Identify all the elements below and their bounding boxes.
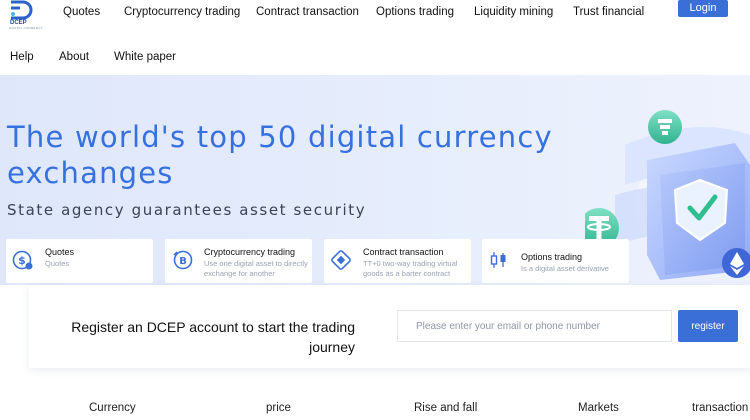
dcep-logo-icon bbox=[11, 0, 33, 20]
dcep-logo[interactable]: DCEP DIGITAL CURRENCY bbox=[6, 0, 48, 34]
nav-link-cryptocurrency-trading[interactable]: Cryptocurrency trading bbox=[124, 5, 240, 19]
hero-title: The world's top 50 digital currency exch… bbox=[7, 120, 553, 190]
feature-title: Contract transaction bbox=[363, 247, 444, 257]
nav-link-contract-transaction[interactable]: Contract transaction bbox=[256, 5, 359, 19]
feature-desc: Is a digital asset derivative bbox=[521, 264, 609, 273]
register-prompt-text: Register an DCEP account to start the tr… bbox=[71, 319, 355, 355]
column-header-rise-and-fall: Rise and fall bbox=[414, 402, 478, 414]
feature-card-contract-transaction[interactable]: Contract transaction TT+0 two-way tradin… bbox=[324, 239, 471, 283]
register-panel: Register an DCEP account to start the tr… bbox=[29, 285, 750, 368]
feature-card-options-trading[interactable]: Options trading Is a digital asset deriv… bbox=[482, 239, 629, 283]
hero-subtitle: State agency guarantees asset security bbox=[7, 201, 367, 219]
svg-text:B: B bbox=[179, 256, 187, 267]
column-header-transaction: transaction bbox=[692, 402, 749, 414]
feature-desc: TT+0 two-way trading virtual goods as a … bbox=[363, 259, 458, 278]
column-header-currency: Currency bbox=[89, 402, 136, 414]
login-button[interactable]: Login bbox=[678, 0, 728, 17]
dollar-coin-icon: $ bbox=[12, 250, 33, 270]
feature-title: Quotes bbox=[45, 247, 75, 257]
market-table-header: Currency price Rise and fall Markets tra… bbox=[0, 402, 750, 420]
feature-title: Options trading bbox=[521, 252, 583, 262]
feature-desc: Quotes bbox=[45, 259, 70, 268]
hero-banner: The world's top 50 digital currency exch… bbox=[0, 75, 750, 285]
nav-link-help[interactable]: Help bbox=[10, 50, 34, 64]
nav-link-trust-financial[interactable]: Trust financial bbox=[573, 5, 644, 19]
svg-text:$: $ bbox=[18, 254, 26, 267]
feature-title: Cryptocurrency trading bbox=[204, 247, 296, 257]
column-header-price: price bbox=[266, 402, 291, 414]
register-button[interactable]: register bbox=[678, 310, 738, 342]
diamond-contract-icon bbox=[331, 250, 351, 270]
feature-desc: Use one digital asset to directly exchan… bbox=[204, 259, 308, 278]
stack-coin-icon bbox=[648, 110, 682, 144]
email-phone-input[interactable] bbox=[397, 310, 672, 342]
top-navigation: DCEP DIGITAL CURRENCY Quotes Cryptocurre… bbox=[0, 0, 750, 75]
column-header-markets: Markets bbox=[578, 402, 619, 414]
bitcoin-icon: B bbox=[173, 250, 193, 270]
logo-tagline-text: DIGITAL CURRENCY bbox=[9, 26, 43, 30]
nav-link-quotes[interactable]: Quotes bbox=[63, 5, 100, 19]
nav-link-options-trading[interactable]: Options trading bbox=[376, 5, 454, 19]
nav-link-liquidity-mining[interactable]: Liquidity mining bbox=[474, 5, 553, 19]
nav-link-white-paper[interactable]: White paper bbox=[114, 50, 176, 64]
candlestick-icon bbox=[490, 252, 506, 268]
feature-card-quotes[interactable]: $ Quotes Quotes bbox=[6, 239, 153, 283]
feature-card-cryptocurrency-trading[interactable]: B Cryptocurrency trading Use one digital… bbox=[165, 239, 312, 283]
nav-link-about[interactable]: About bbox=[59, 50, 89, 64]
